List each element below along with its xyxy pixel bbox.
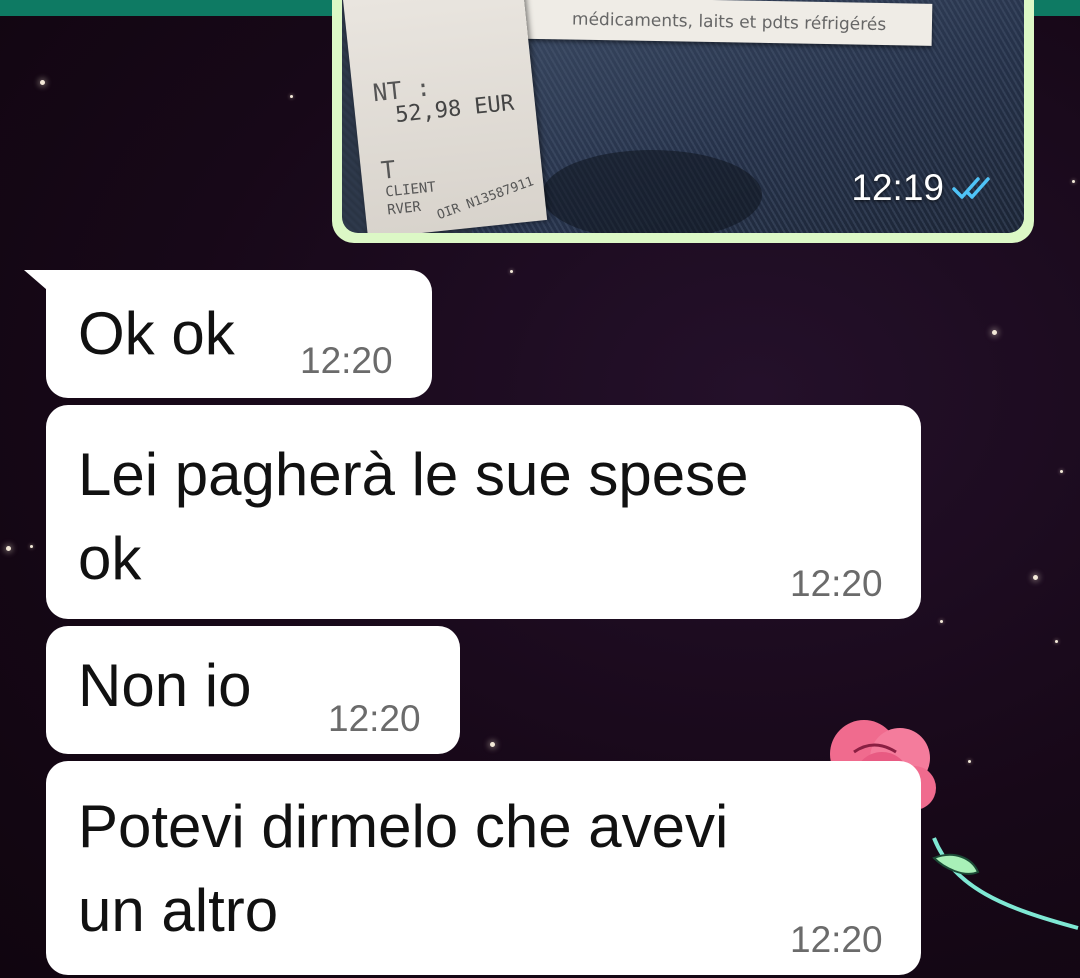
- wallpaper-star: [30, 545, 33, 548]
- message-text: ok: [78, 525, 142, 592]
- outgoing-image-message[interactable]: médicaments, laits et pdts réfrigérés NT…: [332, 0, 1034, 243]
- message-text: un altro: [78, 877, 279, 944]
- message-text: Lei pagherà le sue spese: [78, 441, 749, 508]
- message-time: 12:20: [300, 340, 393, 381]
- wallpaper-star: [1072, 180, 1075, 183]
- message-time: 12:19: [851, 167, 944, 208]
- incoming-message[interactable]: Ok ok 12:20: [46, 270, 432, 398]
- wallpaper-star: [490, 742, 495, 747]
- message-time: 12:20: [790, 563, 883, 604]
- wallpaper-star: [940, 620, 943, 623]
- message-time: 12:20: [790, 919, 883, 960]
- receipt: NT : 52,98 EUR T CLIENT RVER OIR N135879…: [342, 0, 548, 233]
- message-text: Non io: [78, 652, 252, 719]
- receipt-strip: médicaments, laits et pdts réfrigérés: [491, 0, 933, 46]
- message-text: Potevi dirmelo che avevi: [78, 793, 729, 860]
- incoming-message[interactable]: Non io 12:20: [46, 626, 460, 754]
- wallpaper-star: [992, 330, 997, 335]
- wallpaper-star: [1033, 575, 1038, 580]
- image-message-meta: 12:19: [851, 167, 996, 209]
- wallpaper-star: [1060, 470, 1063, 473]
- wallpaper-star: [40, 80, 45, 85]
- wallpaper-star: [6, 546, 11, 551]
- incoming-message[interactable]: Potevi dirmelo che avevi un altro 12:20: [46, 761, 921, 975]
- wallpaper-star: [290, 95, 293, 98]
- wallpaper-star: [1055, 640, 1058, 643]
- message-time: 12:20: [328, 698, 421, 739]
- incoming-message[interactable]: Lei pagherà le sue spese ok 12:20: [46, 405, 921, 619]
- message-text: Ok ok: [78, 300, 235, 367]
- receipt-photo[interactable]: médicaments, laits et pdts réfrigérés NT…: [342, 0, 1024, 233]
- wallpaper-star: [510, 270, 513, 273]
- double-check-icon: [952, 175, 996, 201]
